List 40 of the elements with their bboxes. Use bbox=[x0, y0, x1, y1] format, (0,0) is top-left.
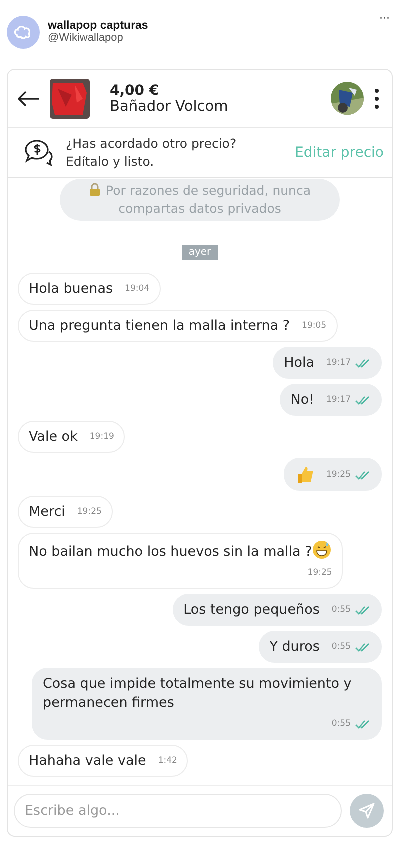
kebab-menu-icon[interactable] bbox=[374, 88, 380, 110]
price-hint: Edítalo y listo. bbox=[66, 152, 156, 170]
message-time: 19:25 bbox=[326, 469, 351, 482]
message-text: Los tengo pequeños bbox=[184, 601, 320, 620]
message-text: Vale ok bbox=[29, 428, 78, 447]
message-time: 19:17 bbox=[326, 357, 351, 370]
grinning-face-icon bbox=[312, 540, 332, 560]
message-time: 19:17 bbox=[326, 394, 351, 407]
back-arrow-icon[interactable] bbox=[18, 90, 40, 106]
message-time: 0:55 bbox=[332, 718, 351, 731]
message-time: 19:25 bbox=[308, 567, 332, 580]
message-text: Una pregunta tienen la malla interna ? bbox=[29, 317, 290, 336]
message-time: 19:19 bbox=[90, 431, 114, 444]
message-text: Hola buenas bbox=[29, 280, 114, 299]
message-time: 19:04 bbox=[125, 283, 150, 296]
security-notice: Por razones de seguridad, nunca compartas datos privados bbox=[60, 179, 340, 221]
message-text: Y duros bbox=[270, 638, 320, 657]
item-price: 4,00 € bbox=[110, 82, 160, 98]
message-text: Merci bbox=[29, 503, 66, 522]
message-time: 1:42 bbox=[158, 755, 178, 768]
message-text: No bailan mucho los huevos sin la malla ? bbox=[29, 540, 332, 562]
lock-icon bbox=[88, 183, 101, 196]
account-handle: @Wikiwallapop bbox=[48, 32, 124, 44]
day-label: ayer bbox=[182, 245, 218, 260]
message-text: Cosa que impide totalmente su movimiento y permanecen firmes bbox=[43, 675, 353, 713]
message-time: 19:25 bbox=[77, 506, 102, 519]
message-time: 19:05 bbox=[302, 320, 327, 333]
message-input[interactable]: Escribe algo... bbox=[14, 794, 342, 828]
message-text: No! bbox=[290, 391, 314, 410]
message-text: Hola bbox=[284, 354, 314, 373]
message-time: 0:55 bbox=[332, 604, 351, 617]
price-chat-icon bbox=[24, 138, 54, 168]
more-button[interactable]: ··· bbox=[380, 12, 390, 25]
account-name: wallapop capturas bbox=[48, 20, 150, 32]
avatar bbox=[7, 16, 40, 48]
message-time: 0:55 bbox=[332, 641, 351, 654]
send-icon bbox=[358, 802, 376, 820]
message-text: Hahaha vale vale bbox=[29, 752, 146, 771]
item-title: Bañador Volcom bbox=[110, 98, 230, 114]
price-question: ¿Has acordado otro precio? bbox=[66, 134, 238, 152]
